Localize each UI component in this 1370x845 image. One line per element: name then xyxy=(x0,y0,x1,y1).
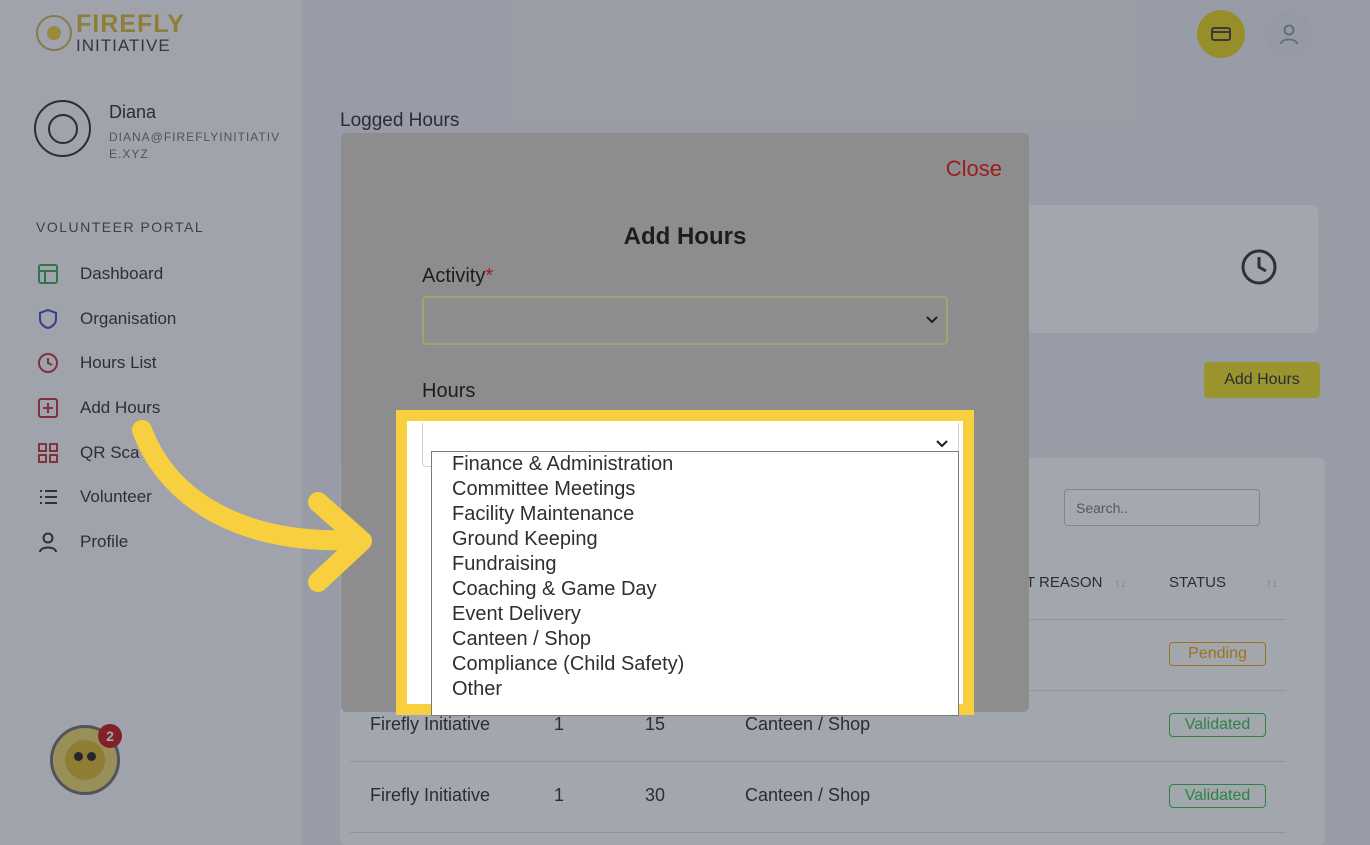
annotation-arrow-icon xyxy=(132,420,372,592)
